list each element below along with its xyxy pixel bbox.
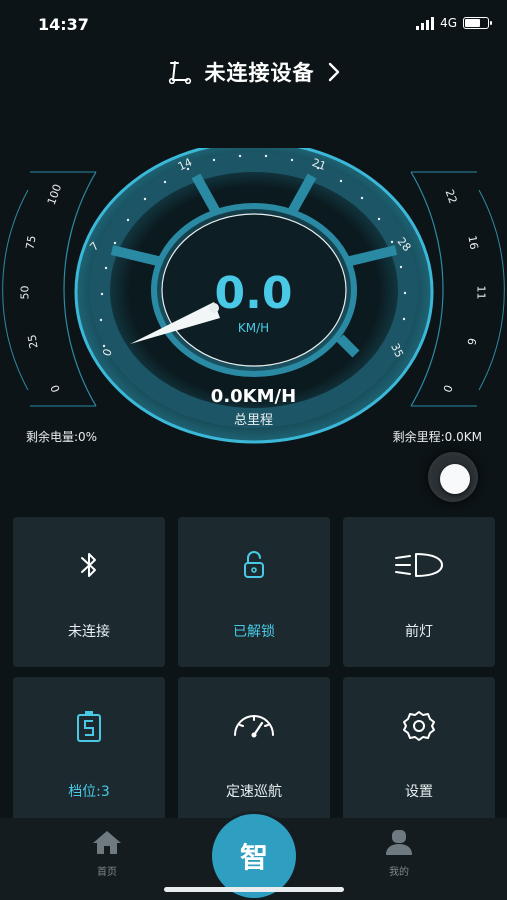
- tile-headlight[interactable]: 前灯: [343, 517, 495, 667]
- nav-home[interactable]: 首页: [67, 828, 147, 878]
- battery-scale-label: 75: [23, 234, 39, 251]
- status-time: 14:37: [38, 15, 89, 34]
- tile-label: 已解锁: [233, 624, 275, 640]
- signal-icon: [416, 16, 435, 30]
- tile-bluetooth[interactable]: 未连接: [13, 517, 165, 667]
- tile-label: 设置: [405, 784, 433, 800]
- battery-level: [465, 19, 480, 27]
- speed-unit: KM/H: [237, 321, 270, 335]
- chevron-right-icon: [327, 61, 341, 83]
- range-scale-label: 16: [465, 234, 481, 251]
- device-header[interactable]: 未连接设备: [0, 52, 507, 92]
- cruise-control-icon: [178, 709, 330, 741]
- nav-home-label: 首页: [97, 867, 117, 878]
- power-toggle[interactable]: [428, 452, 478, 502]
- nav-mine[interactable]: 我的: [359, 828, 439, 878]
- device-status-title: 未连接设备: [204, 61, 315, 85]
- tile-cruise[interactable]: 定速巡航: [178, 677, 330, 827]
- toggle-knob: [440, 464, 470, 494]
- battery-scale-label: 25: [25, 333, 41, 350]
- status-bar: 14:37 4G: [0, 0, 507, 48]
- smart-button[interactable]: 智: [212, 814, 296, 898]
- bluetooth-icon: [13, 549, 165, 581]
- tile-lock[interactable]: 已解锁: [178, 517, 330, 667]
- tile-label: 前灯: [405, 624, 433, 640]
- network-type: 4G: [440, 16, 457, 30]
- odometer-label: 总里程: [233, 413, 273, 428]
- battery-icon: [463, 17, 492, 29]
- tile-gear[interactable]: 档位:3: [13, 677, 165, 827]
- gear-level-icon: [13, 709, 165, 743]
- status-indicators: 4G: [416, 16, 492, 30]
- unlock-icon: [178, 549, 330, 581]
- nav-mine-label: 我的: [389, 867, 409, 878]
- settings-icon: [343, 709, 495, 743]
- range-remaining: 剩余里程:0.0KM: [392, 430, 482, 444]
- tile-label: 档位:3: [68, 784, 110, 800]
- tile-label: 未连接: [68, 624, 110, 640]
- home-icon: [67, 828, 147, 860]
- speed-value: 0.0: [214, 268, 293, 319]
- scooter-icon: [167, 60, 193, 84]
- odometer-value: 0.0KM/H: [210, 386, 297, 407]
- home-indicator: [164, 887, 344, 892]
- tile-label: 定速巡航: [226, 784, 282, 800]
- tile-settings[interactable]: 设置: [343, 677, 495, 827]
- headlight-icon: [343, 549, 495, 581]
- profile-icon: [359, 828, 439, 860]
- smart-button-label: 智: [239, 841, 268, 874]
- battery-remaining: 剩余电量:0%: [26, 430, 98, 444]
